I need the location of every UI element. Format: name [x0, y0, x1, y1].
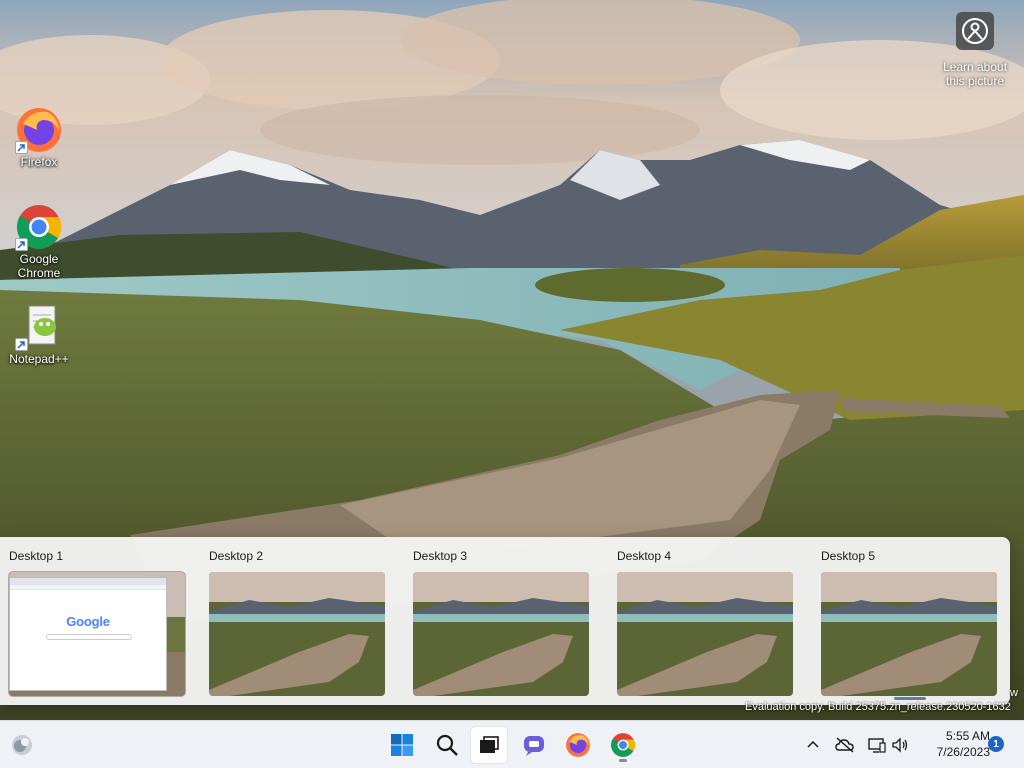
watermark-edge-text: w: [1010, 687, 1018, 699]
desktop-thumbnail[interactable]: [821, 572, 997, 696]
chrome-icon: [15, 203, 63, 251]
google-search-box: [46, 634, 132, 640]
google-logo: Google: [66, 614, 110, 629]
task-view-icon: [480, 736, 499, 753]
task-view-button[interactable]: [471, 727, 507, 763]
shortcut-arrow-icon: [15, 141, 28, 154]
volume-button[interactable]: [890, 721, 912, 768]
virtual-desktop-2[interactable]: Desktop 2: [209, 537, 399, 705]
notification-badge[interactable]: 1: [988, 736, 1004, 752]
notepadpp-icon: [15, 303, 63, 351]
show-hidden-icons-button[interactable]: [802, 721, 824, 768]
desktop-thumbnail[interactable]: [413, 572, 589, 696]
desktop-icon-firefox[interactable]: Firefox: [1, 106, 77, 169]
shortcut-arrow-icon: [15, 238, 28, 251]
running-indicator: [619, 759, 627, 762]
firefox-taskbar-button[interactable]: [560, 727, 596, 763]
chat-button[interactable]: [516, 727, 552, 763]
task-view-panel: Desktop 1 Google Desktop 2 Desktop 3 Des…: [0, 537, 1010, 705]
chat-icon: [524, 736, 544, 756]
widgets-button[interactable]: [4, 727, 40, 763]
chevron-up-icon: [807, 740, 819, 748]
start-button[interactable]: [384, 727, 420, 763]
desktop-thumbnail[interactable]: [209, 572, 385, 696]
onedrive-button[interactable]: [832, 721, 858, 768]
firefox-icon: [15, 106, 63, 154]
window-addressbar: [10, 585, 166, 590]
desktop-title: Desktop 5: [821, 549, 876, 563]
virtual-desktop-5[interactable]: Desktop 5: [821, 537, 1011, 705]
start-icon: [391, 734, 413, 756]
chrome-window-thumbnail[interactable]: Google: [9, 577, 167, 691]
clock-time: 5:55 AM: [945, 729, 990, 743]
speaker-icon: [892, 737, 908, 753]
clock-button[interactable]: 5:55 AM 7/26/2023: [920, 728, 990, 760]
desktop-icon-notepadpp[interactable]: Notepad++: [1, 303, 77, 366]
thumbnail-wallpaper: [209, 572, 385, 696]
desktop-icon-chrome[interactable]: Google Chrome: [1, 203, 77, 280]
desktop-icon-label: Firefox: [20, 155, 58, 169]
search-icon: [436, 734, 458, 756]
network-button[interactable]: [866, 721, 888, 768]
thumbnail-wallpaper: [821, 572, 997, 696]
window-titlebar: [10, 578, 166, 585]
desktop-title: Desktop 2: [209, 549, 264, 563]
virtual-desktop-4[interactable]: Desktop 4: [617, 537, 807, 705]
taskbar: 5:55 AM 7/26/2023: [0, 720, 1024, 768]
search-button[interactable]: [429, 727, 465, 763]
virtual-desktop-3[interactable]: Desktop 3: [413, 537, 603, 705]
desktop-thumbnail[interactable]: [617, 572, 793, 696]
desktop-title: Desktop 4: [617, 549, 672, 563]
firefox-icon: [566, 733, 590, 757]
learn-about-label: Learn about this picture: [942, 60, 1008, 88]
chrome-icon: [611, 733, 636, 757]
widgets-icon: [12, 735, 32, 755]
thumbnail-wallpaper: [413, 572, 589, 696]
desktop-title: Desktop 1: [9, 549, 64, 563]
clock-date: 7/26/2023: [936, 745, 990, 759]
desktop-icon-label: Notepad++: [9, 352, 69, 366]
chrome-taskbar-button[interactable]: [605, 727, 641, 763]
desktop-thumbnail[interactable]: Google: [9, 572, 185, 696]
task-view-scrollbar[interactable]: [894, 697, 926, 700]
desktop-title: Desktop 3: [413, 549, 468, 563]
evaluation-watermark: Evaluation copy. Build 25375.zn_release.…: [745, 701, 1011, 713]
thumbnail-wallpaper: [617, 572, 793, 696]
camera-info-icon: [956, 12, 994, 50]
virtual-desktop-1[interactable]: Desktop 1 Google: [9, 537, 199, 705]
shortcut-arrow-icon: [15, 338, 28, 351]
network-icon: [868, 738, 886, 753]
learn-about-picture[interactable]: Learn about this picture: [938, 12, 1012, 88]
cloud-offline-icon: [835, 737, 854, 753]
desktop-icon-label: Google Chrome: [17, 252, 61, 280]
